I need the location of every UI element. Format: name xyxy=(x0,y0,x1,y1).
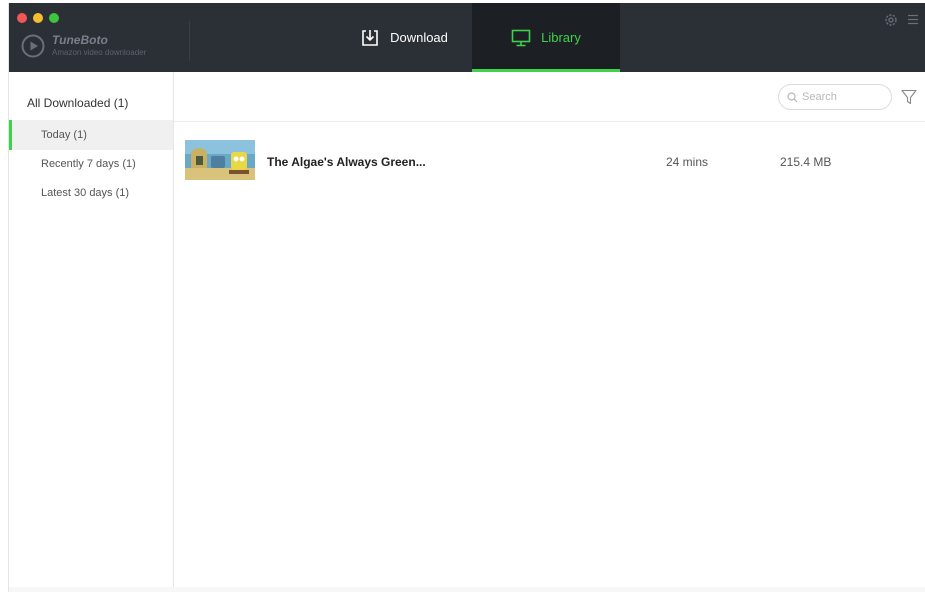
item-file-size: 215.4 MB xyxy=(780,155,832,169)
sidebar-item-recently-7-days[interactable]: Recently 7 days (1) xyxy=(9,149,173,179)
brand-subtitle: Amazon video downloader xyxy=(52,48,147,57)
maximize-window-button[interactable] xyxy=(49,13,59,23)
item-duration: 24 mins xyxy=(666,155,709,169)
app-window: TuneBoto Amazon video downloader Downloa… xyxy=(8,3,925,592)
sidebar: All Downloaded (1) Today (1) Recently 7 … xyxy=(9,72,174,592)
library-toolbar xyxy=(174,72,925,122)
library-panel: The Algae's Always Green... 24 mins 215.… xyxy=(174,72,925,592)
brand-divider xyxy=(189,21,190,61)
monitor-icon xyxy=(511,29,531,46)
tab-download[interactable]: Download xyxy=(339,3,469,72)
item-title: The Algae's Always Green... xyxy=(267,155,426,169)
settings-gear-icon[interactable] xyxy=(884,13,898,27)
video-thumbnail xyxy=(185,140,255,180)
download-icon xyxy=(362,29,378,46)
bottom-scroll-edge xyxy=(9,587,925,592)
tuneboto-logo-icon xyxy=(21,34,45,58)
tab-download-label: Download xyxy=(390,30,448,45)
sidebar-item-latest-30-days[interactable]: Latest 30 days (1) xyxy=(9,178,173,208)
close-window-button[interactable] xyxy=(17,13,27,23)
search-box[interactable] xyxy=(778,84,892,110)
minimize-window-button[interactable] xyxy=(33,13,43,23)
sidebar-item-today[interactable]: Today (1) xyxy=(9,120,173,150)
title-bar: TuneBoto Amazon video downloader Downloa… xyxy=(9,3,925,72)
menu-icon[interactable] xyxy=(908,14,918,25)
filter-icon[interactable] xyxy=(901,89,917,105)
brand-name: TuneBoto xyxy=(52,33,108,47)
tab-library-label: Library xyxy=(541,30,581,45)
app-brand: TuneBoto Amazon video downloader xyxy=(21,32,181,62)
search-icon xyxy=(787,91,798,102)
tab-library[interactable]: Library xyxy=(472,3,620,72)
library-item-row[interactable]: The Algae's Always Green... 24 mins 215.… xyxy=(174,134,925,182)
sidebar-header-all-downloaded[interactable]: All Downloaded (1) xyxy=(27,96,128,110)
search-input[interactable] xyxy=(802,91,882,103)
